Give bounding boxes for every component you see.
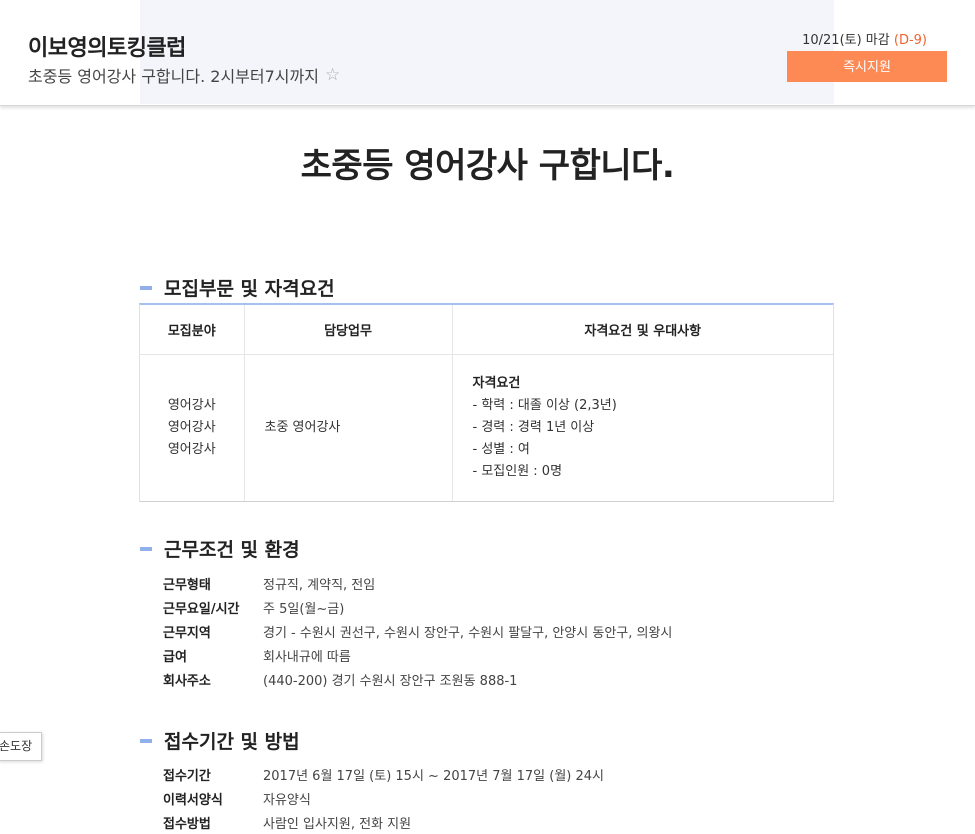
column-header: 담당업무 (244, 305, 453, 355)
header-background-band (140, 0, 834, 104)
section-marker (140, 738, 152, 743)
condition-value: 정규직, 계약직, 전임 (263, 577, 376, 593)
recruit-table: 모집분야 담당업무 자격요건 및 우대사항 영어강사 영어강사 영어강사 초중 … (139, 303, 834, 502)
list-item: 급여 회사내규에 따름 (163, 643, 672, 667)
apply-value: 자유양식 (263, 792, 311, 808)
deadline-info: 10/21(토) 마감 (D-9) (802, 29, 927, 48)
condition-value: 주 5일(월~금) (263, 601, 345, 617)
condition-value: 경기 - 수원시 권선구, 수원시 장안구, 수원시 팔달구, 안양시 동안구,… (263, 625, 673, 641)
qualification-item: - 경력 : 경력 1년 이상 (472, 419, 595, 435)
section-recruit-title: 모집부문 및 자격요건 (164, 278, 335, 300)
condition-key: 근무요일/시간 (163, 601, 240, 617)
list-item: 근무요일/시간 주 5일(월~금) (163, 595, 672, 619)
section-marker (140, 285, 152, 290)
apply-now-button[interactable]: 즉시지원 (787, 51, 947, 82)
deadline-date: 10/21(토) 마감 (802, 33, 894, 48)
recruit-field: 영어강사 (167, 419, 216, 435)
list-item: 근무지역 경기 - 수원시 권선구, 수원시 장안구, 수원시 팔달구, 안양시… (163, 619, 672, 643)
column-header: 자격요건 및 우대사항 (452, 305, 833, 355)
list-item: 근무형태 정규직, 계약직, 전임 (163, 571, 672, 595)
table-header-row: 모집분야 담당업무 자격요건 및 우대사항 (140, 305, 833, 355)
job-subtitle-text: 초중등 영어강사 구합니다. 2시부터7시까지 (28, 67, 319, 86)
section-recruit-heading: 모집부문 및 자격요건 (140, 274, 335, 301)
section-conditions-heading: 근무조건 및 환경 (140, 535, 300, 562)
job-header-bar: 이보영의토킹클럽 초중등 영어강사 구합니다. 2시부터7시까지 ☆ 10/21… (0, 0, 975, 106)
star-icon[interactable]: ☆ (325, 65, 340, 85)
table-row: 영어강사 영어강사 영어강사 초중 영어강사 자격요건 - 학력 : 대졸 이상… (140, 354, 833, 501)
company-name[interactable]: 이보영의토킹클럽 (28, 30, 186, 62)
section-conditions-title: 근무조건 및 환경 (164, 539, 300, 561)
apply-value: 2017년 6월 17일 (토) 15시 ~ 2017년 7월 17일 (월) … (263, 768, 604, 784)
qualification-cell: 자격요건 - 학력 : 대졸 이상 (2,3년) - 경력 : 경력 1년 이상… (452, 354, 833, 501)
section-apply-title: 접수기간 및 방법 (164, 731, 300, 753)
apply-key: 접수방법 (163, 816, 211, 832)
qualification-item: - 모집인원 : 0명 (472, 463, 563, 479)
duty-cell: 초중 영어강사 (244, 354, 453, 501)
condition-key: 회사주소 (163, 673, 211, 689)
qualification-item: - 성별 : 여 (472, 441, 530, 457)
list-item: 회사주소 (440-200) 경기 수원시 장안구 조원동 888-1 (163, 667, 672, 691)
qualification-item: - 학력 : 대졸 이상 (2,3년) (472, 397, 617, 413)
condition-key: 급여 (163, 649, 187, 665)
dday-badge: (D-9) (893, 33, 927, 48)
column-header: 모집분야 (140, 305, 245, 355)
section-apply-heading: 접수기간 및 방법 (140, 727, 300, 754)
side-stamp-tab[interactable]: 손도장 (0, 732, 42, 761)
section-marker (140, 546, 152, 551)
condition-key: 근무형태 (163, 577, 211, 593)
apply-value: 사람인 입사지원, 전화 지원 (263, 816, 412, 832)
recruit-field: 영어강사 (167, 397, 216, 413)
job-subtitle: 초중등 영어강사 구합니다. 2시부터7시까지 ☆ (28, 63, 340, 87)
condition-key: 근무지역 (163, 625, 211, 641)
qualification-title: 자격요건 (472, 375, 521, 391)
apply-key: 이력서양식 (163, 792, 223, 808)
recruit-field: 영어강사 (167, 441, 216, 457)
conditions-list: 근무형태 정규직, 계약직, 전임 근무요일/시간 주 5일(월~금) 근무지역… (163, 571, 672, 691)
list-item: 이력서양식 자유양식 (163, 786, 604, 810)
condition-value: 회사내규에 따름 (263, 649, 351, 665)
list-item: 접수기간 2017년 6월 17일 (토) 15시 ~ 2017년 7월 17일… (163, 762, 604, 786)
condition-value: (440-200) 경기 수원시 장안구 조원동 888-1 (263, 673, 518, 689)
apply-key: 접수기간 (163, 768, 211, 784)
list-item: 접수방법 사람인 입사지원, 전화 지원 (163, 810, 604, 834)
recruit-field-cell: 영어강사 영어강사 영어강사 (140, 354, 245, 501)
page-title: 초중등 영어강사 구합니다. (300, 146, 675, 186)
apply-list: 접수기간 2017년 6월 17일 (토) 15시 ~ 2017년 7월 17일… (163, 762, 604, 834)
